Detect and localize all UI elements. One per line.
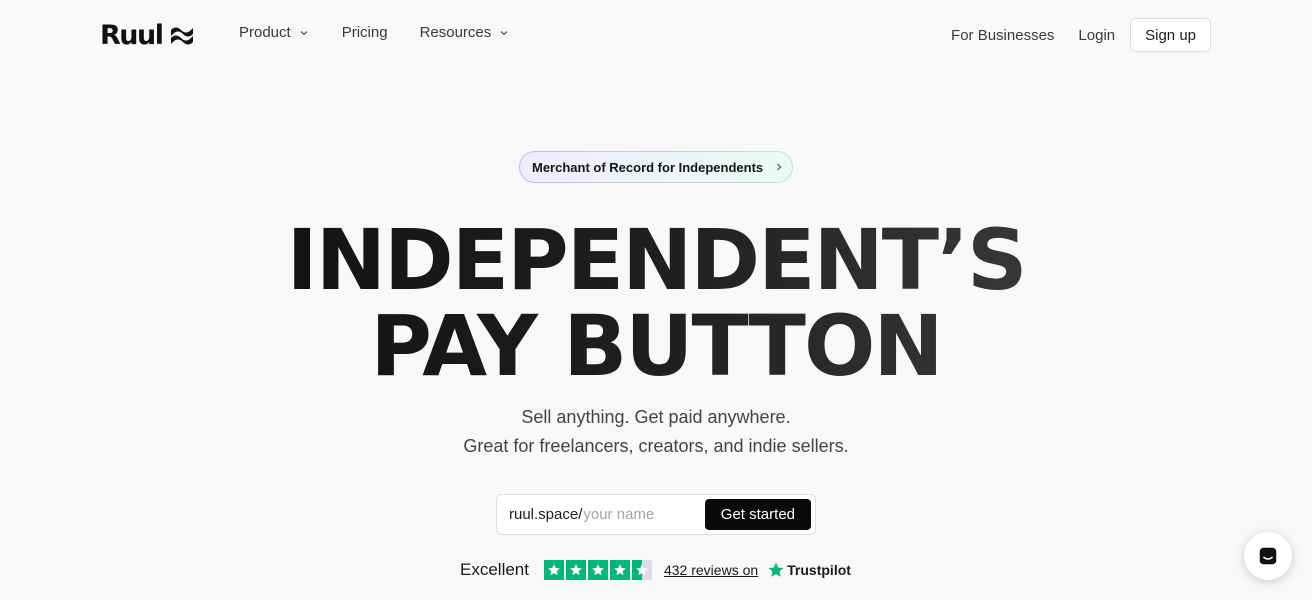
- rating-label: Excellent: [460, 560, 529, 579]
- username-form: ruul.space/ Get started: [496, 494, 816, 535]
- badge-inner: Merchant of Record for Independents: [520, 152, 792, 182]
- for-businesses-link[interactable]: For Businesses: [951, 18, 1054, 52]
- merchant-badge[interactable]: Merchant of Record for Independents: [519, 151, 793, 183]
- nav-resources-label: Resources: [419, 24, 492, 41]
- nav-pricing[interactable]: Pricing: [342, 24, 388, 41]
- star-rating: [543, 560, 652, 580]
- star-icon: [543, 560, 564, 580]
- headline-line-2: PAY BUTTON: [0, 304, 1312, 388]
- star-icon: [587, 560, 608, 580]
- headline-line-1: INDEPENDENT’S: [0, 218, 1312, 302]
- trustpilot-star-icon: [768, 562, 784, 577]
- chevron-down-icon: [300, 30, 308, 35]
- star-icon: [565, 560, 586, 580]
- chat-icon: [1259, 547, 1277, 565]
- reviews-link[interactable]: 432 reviews on: [664, 562, 758, 578]
- logo-text: Ruul: [100, 19, 164, 51]
- top-nav: Ruul Product Pricing Resources For Busin…: [0, 0, 1312, 70]
- signup-button[interactable]: Sign up: [1130, 18, 1211, 52]
- star-icon: [609, 560, 630, 580]
- badge-label: Merchant of Record for Independents: [532, 159, 764, 175]
- trustpilot-brand-label: Trustpilot: [787, 562, 851, 578]
- url-prefix: ruul.space/: [509, 506, 583, 523]
- subtitle-line-2: Great for freelancers, creators, and ind…: [463, 436, 849, 456]
- nav-pricing-label: Pricing: [341, 24, 388, 41]
- trustpilot-rating: Excellent 432 reviews on Trustpilot: [460, 558, 851, 582]
- nav-product-label: Product: [239, 24, 291, 41]
- main-nav: Product Pricing Resources: [239, 24, 509, 41]
- trustpilot-brand[interactable]: Trustpilot: [767, 561, 851, 579]
- chat-widget-button[interactable]: [1244, 532, 1292, 580]
- chevron-right-icon: [777, 163, 782, 171]
- nav-product[interactable]: Product: [239, 24, 309, 41]
- chevron-down-icon: [500, 30, 508, 35]
- login-link[interactable]: Login: [1078, 18, 1115, 52]
- ruul-logo[interactable]: Ruul: [100, 19, 195, 51]
- get-started-button[interactable]: Get started: [704, 499, 811, 530]
- half-star-icon: [631, 560, 652, 580]
- subtitle-line-1: Sell anything. Get paid anywhere.: [521, 407, 791, 427]
- nav-actions: For Businesses Login Sign up: [951, 18, 1211, 52]
- username-input[interactable]: [582, 499, 699, 530]
- logo-mark-icon: [170, 27, 193, 45]
- nav-resources[interactable]: Resources: [420, 24, 510, 41]
